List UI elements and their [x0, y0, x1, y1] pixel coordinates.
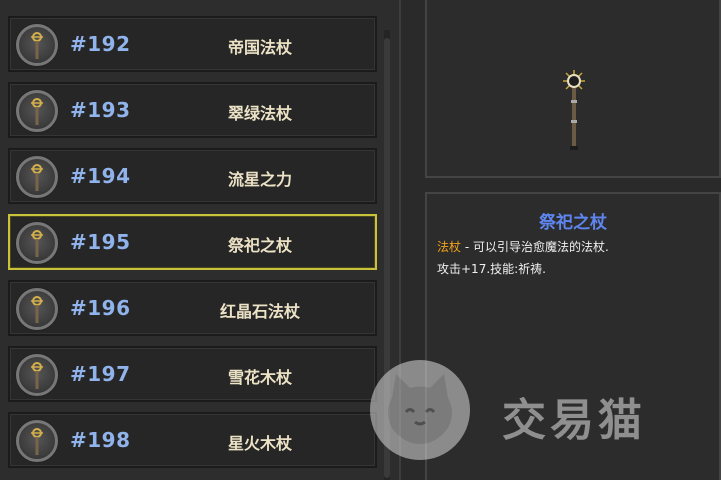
staff-icon: [16, 222, 58, 264]
item-id: #195: [70, 230, 131, 254]
staff-preview-icon: [563, 70, 585, 150]
item-name: 流星之力: [227, 170, 292, 189]
detail-type-label: 法杖: [437, 240, 462, 254]
detail-description: 法杖 - 可以引导治愈魔法的法杖.: [437, 238, 609, 255]
watermark-logo-icon: [370, 360, 470, 460]
watermark: 交易猫: [370, 360, 700, 460]
detail-title: 祭祀之杖: [539, 213, 607, 233]
list-item[interactable]: #193 翠绿法杖: [8, 82, 377, 138]
staff-icon: [16, 156, 58, 198]
detail-description-text: - 可以引导治愈魔法的法杖.: [461, 240, 609, 254]
staff-icon: [16, 354, 58, 396]
detail-stats: 攻击+17.技能:祈祷.: [437, 262, 546, 276]
staff-icon: [16, 420, 58, 462]
item-id: #192: [70, 32, 131, 56]
item-id: #194: [70, 164, 131, 188]
list-item[interactable]: #196 红晶石法杖: [8, 280, 377, 336]
list-item[interactable]: #194 流星之力: [8, 148, 377, 204]
item-name: 帝国法杖: [227, 38, 292, 57]
staff-icon: [16, 288, 58, 330]
list-item[interactable]: #197 雪花木杖: [8, 346, 377, 402]
item-name: 祭祀之杖: [227, 236, 292, 255]
item-id: #193: [70, 98, 131, 122]
item-preview-panel: [425, 0, 721, 178]
item-id: #197: [70, 362, 131, 386]
list-item[interactable]: #195 祭祀之杖: [8, 214, 377, 270]
watermark-text: 交易猫: [502, 395, 646, 446]
list-item[interactable]: #192 帝国法杖: [8, 16, 377, 72]
item-list-panel: #192 帝国法杖 #193 翠绿法杖 #194 流星之力 #195 祭祀之杖 #196 红晶石法…: [0, 0, 401, 480]
item-name: 翠绿法杖: [227, 104, 292, 123]
item-list: #192 帝国法杖 #193 翠绿法杖 #194 流星之力 #195 祭祀之杖 #196 红晶石法…: [0, 0, 390, 480]
list-item[interactable]: #198 星火木杖: [8, 412, 377, 468]
item-id: #196: [70, 296, 131, 320]
staff-icon: [16, 24, 58, 66]
item-name: 雪花木杖: [227, 368, 292, 387]
item-name: 红晶石法杖: [219, 302, 300, 321]
item-name: 星火木杖: [227, 434, 292, 453]
item-id: #198: [70, 428, 131, 452]
staff-icon: [16, 90, 58, 132]
